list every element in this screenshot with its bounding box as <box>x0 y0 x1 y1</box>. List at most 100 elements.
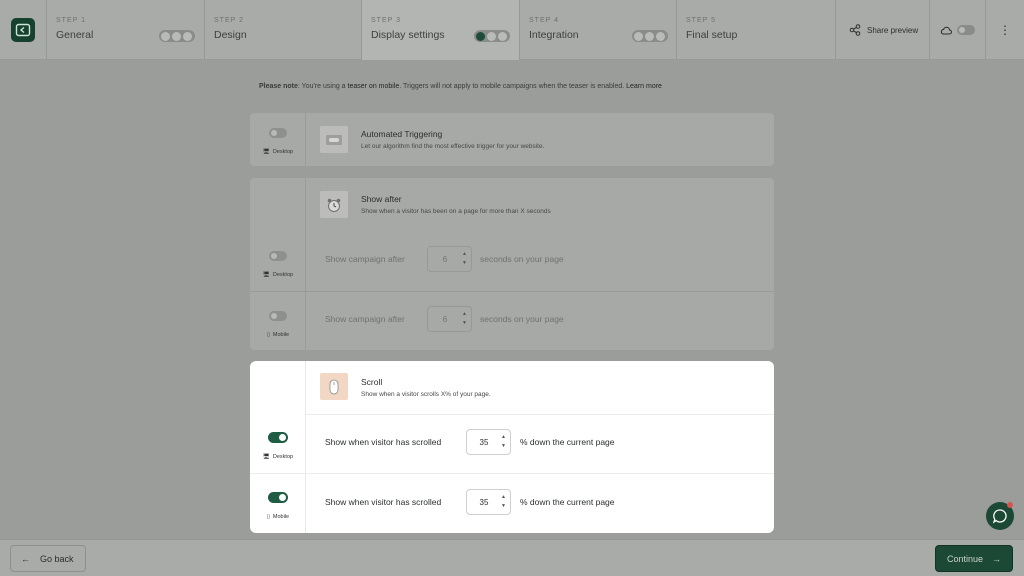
row-suffix: seconds on your page <box>480 314 564 324</box>
row-divider <box>250 473 774 474</box>
desktop-icon: 🖥 <box>262 149 270 155</box>
row-label: Show when visitor has scrolled <box>325 437 442 447</box>
notice-highlight: teaser on mobile <box>347 83 400 90</box>
desktop-toggle-group: 🖥 Desktop <box>250 430 306 460</box>
automated-trigger-icon <box>320 126 348 153</box>
notice-text: : You're using a <box>297 83 348 90</box>
decrement-icon[interactable]: ▼ <box>501 442 506 451</box>
scroll-card: Scroll Show when a visitor scrolls X% of… <box>250 361 774 533</box>
step-kicker: STEP 2 <box>214 17 244 24</box>
row-label: Show campaign after <box>325 314 405 324</box>
mouse-icon <box>320 373 348 400</box>
card-title: Scroll <box>361 377 383 387</box>
teaser-notice: Please note: You're using a teaser on mo… <box>259 83 662 90</box>
step-kicker: STEP 5 <box>686 17 716 24</box>
step-kicker: STEP 4 <box>529 17 559 24</box>
decrement-icon[interactable]: ▼ <box>501 502 506 511</box>
arrow-left-icon: ← <box>21 553 30 564</box>
chat-bubble-icon <box>992 509 1007 524</box>
desktop-toggle[interactable] <box>269 251 287 261</box>
seconds-stepper[interactable]: 6 ▲ ▼ <box>427 246 472 272</box>
mobile-icon: ▯ <box>266 332 270 338</box>
row-suffix: % down the current page <box>520 497 615 507</box>
desktop-icon: 🖥 <box>262 272 270 278</box>
card-description: Let our algorithm find the most effectiv… <box>361 143 545 150</box>
more-options-icon[interactable]: ⋮ <box>986 0 1024 60</box>
learn-more-link[interactable]: Learn more <box>626 83 662 90</box>
card-description: Show when a visitor scrolls X% of your p… <box>361 391 491 398</box>
row-suffix: % down the current page <box>520 437 615 447</box>
desktop-toggle[interactable] <box>268 432 288 443</box>
share-preview-button[interactable]: Share preview <box>835 0 930 60</box>
mobile-toggle[interactable] <box>268 492 288 503</box>
step-kicker: STEP 1 <box>56 17 86 24</box>
arrow-right-icon: → <box>992 553 1002 564</box>
card-title: Show after <box>361 194 402 204</box>
top-bar: STEP 1 General STEP 2 Design STEP 3 Disp… <box>0 0 1024 60</box>
increment-icon[interactable]: ▲ <box>501 493 506 502</box>
step-general[interactable]: STEP 1 General <box>47 0 205 60</box>
go-back-button[interactable]: ← Go back <box>10 545 86 572</box>
scroll-percent-stepper[interactable]: 35 ▲ ▼ <box>466 429 511 455</box>
step-title: Design <box>214 29 247 41</box>
device-label: ▯ Mobile <box>266 514 290 520</box>
decrement-icon[interactable]: ▼ <box>462 259 467 268</box>
stepper-value[interactable]: 35 <box>467 438 501 447</box>
decrement-icon[interactable]: ▼ <box>462 319 467 328</box>
increment-icon[interactable]: ▲ <box>462 310 467 319</box>
desktop-toggle-group: 🖥 Desktop <box>250 125 306 155</box>
notice-prefix: Please note <box>259 83 298 90</box>
share-icon <box>849 24 861 36</box>
mobile-toggle[interactable] <box>269 311 287 321</box>
stepper-value[interactable]: 6 <box>428 255 462 264</box>
automated-triggering-card: 🖥 Desktop Automated Triggering Let our al… <box>250 113 774 166</box>
step-progress-indicator <box>632 30 668 42</box>
step-integration[interactable]: STEP 4 Integration <box>520 0 677 60</box>
desktop-icon: 🖥 <box>262 454 270 460</box>
card-title: Automated Triggering <box>361 129 443 139</box>
continue-label: Continue <box>946 553 984 564</box>
step-title: Final setup <box>686 29 738 41</box>
increment-icon[interactable]: ▲ <box>462 250 467 259</box>
logo-cell[interactable] <box>0 0 47 60</box>
card-description: Show when a visitor has been on a page f… <box>361 208 551 215</box>
row-label: Show when visitor has scrolled <box>325 497 442 507</box>
show-after-card: Show after Show when a visitor has been … <box>250 178 774 350</box>
increment-icon[interactable]: ▲ <box>501 433 506 442</box>
footer-bar: ← Go back Continue → <box>0 539 1024 576</box>
step-display-settings[interactable]: STEP 3 Display settings <box>362 0 520 60</box>
scroll-percent-stepper[interactable]: 35 ▲ ▼ <box>466 489 511 515</box>
cloud-toggle-switch[interactable] <box>957 25 975 35</box>
notification-dot <box>1007 502 1013 508</box>
desktop-toggle[interactable] <box>269 128 287 138</box>
seconds-stepper[interactable]: 6 ▲ ▼ <box>427 306 472 332</box>
row-divider <box>250 291 774 292</box>
mobile-toggle-group: ▯ Mobile <box>250 308 306 338</box>
step-kicker: STEP 3 <box>371 17 401 24</box>
row-suffix: seconds on your page <box>480 254 564 264</box>
stepper-value[interactable]: 35 <box>467 498 501 507</box>
device-label: 🖥 Desktop <box>262 149 294 155</box>
step-progress-indicator <box>159 30 195 42</box>
device-label: 🖥 Desktop <box>262 272 294 278</box>
app-logo-icon[interactable] <box>11 18 35 42</box>
alarm-clock-icon <box>320 191 348 218</box>
mobile-icon: ▯ <box>266 514 270 520</box>
continue-button[interactable]: Continue → <box>935 545 1013 572</box>
device-label: ▯ Mobile <box>266 332 290 338</box>
go-back-label: Go back <box>40 553 74 564</box>
step-progress-indicator <box>474 30 510 42</box>
desktop-toggle-group: 🖥 Desktop <box>250 248 306 278</box>
share-preview-label: Share preview <box>867 25 919 35</box>
device-column: 🖥 Desktop <box>250 113 306 166</box>
stepper-value[interactable]: 6 <box>428 315 462 324</box>
cloud-icon <box>940 26 952 34</box>
device-label: 🖥 Desktop <box>262 454 294 460</box>
step-design[interactable]: STEP 2 Design <box>205 0 362 60</box>
row-label: Show campaign after <box>325 254 405 264</box>
notice-text: . Triggers will not apply to mobile camp… <box>399 83 627 90</box>
cloud-sync-toggle[interactable] <box>930 0 986 60</box>
step-final-setup[interactable]: STEP 5 Final setup <box>677 0 835 60</box>
mobile-toggle-group: ▯ Mobile <box>250 490 306 520</box>
row-divider <box>306 414 774 415</box>
